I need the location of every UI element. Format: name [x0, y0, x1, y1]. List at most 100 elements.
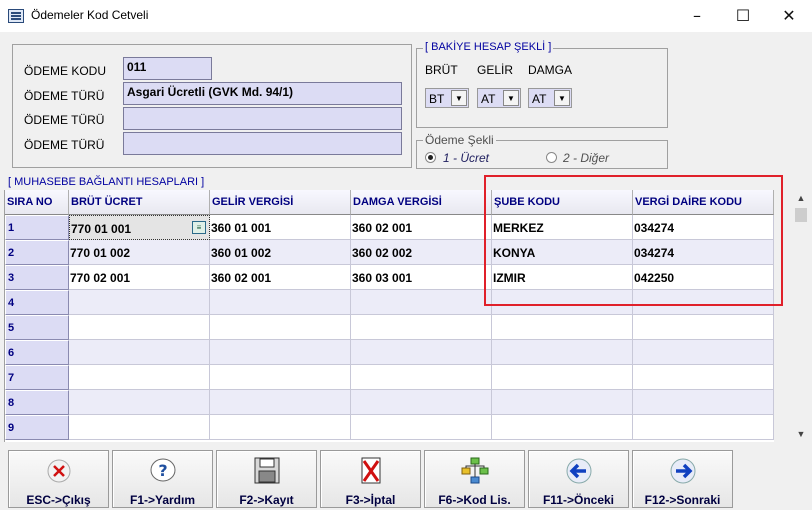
grid-cell-sube[interactable] [492, 340, 633, 365]
grid-cell-brut[interactable] [69, 290, 210, 315]
scroll-up-icon[interactable]: ▲ [792, 190, 810, 206]
close-button[interactable]: ✕ [766, 0, 812, 32]
odeme-turu-field-2[interactable] [123, 107, 402, 130]
row-number-cell[interactable]: 7 [5, 365, 69, 390]
brut-select[interactable]: BT ▼ [425, 88, 469, 108]
odeme-turu-label-3: ÖDEME TÜRÜ [24, 138, 105, 152]
grid-cell-damga[interactable] [351, 315, 492, 340]
grid-cell-vergi[interactable] [633, 365, 774, 390]
f12-next-button[interactable]: F12->Sonraki [632, 450, 733, 508]
col-header-gelir[interactable]: GELİR VERGİSİ [210, 190, 351, 215]
gelir-label: GELİR [477, 63, 514, 77]
grid-cell-brut[interactable] [69, 315, 210, 340]
row-number-cell[interactable]: 1 [5, 215, 69, 240]
grid-cell-brut[interactable] [69, 365, 210, 390]
grid-scrollbar[interactable]: ▲ ▼ [792, 190, 810, 442]
grid-cell-gelir[interactable]: 360 01 002 [210, 240, 351, 265]
row-number-cell[interactable]: 5 [5, 315, 69, 340]
f1-help-button[interactable]: ? F1->Yardım [112, 450, 213, 508]
scroll-thumb[interactable] [795, 208, 807, 222]
chevron-down-icon[interactable]: ▼ [503, 90, 519, 106]
f3-cancel-button[interactable]: F3->İptal [320, 450, 421, 508]
odeme-turu-field-3[interactable] [123, 132, 402, 155]
grid-cell-vergi[interactable] [633, 315, 774, 340]
grid-cell-brut[interactable]: 770 01 001 ≡ [69, 215, 210, 240]
grid-cell-brut[interactable] [69, 390, 210, 415]
odeme-kodu-label: ÖDEME KODU [24, 64, 107, 78]
odeme-turu-label-1: ÖDEME TÜRÜ [24, 89, 105, 103]
grid-cell-damga[interactable]: 360 02 001 [351, 215, 492, 240]
arrow-right-icon [670, 458, 696, 484]
row-number-cell[interactable]: 3 [5, 265, 69, 290]
chevron-down-icon[interactable]: ▼ [451, 90, 467, 106]
esc-exit-label: ESC->Çıkış [26, 493, 91, 507]
window-title: Ödemeler Kod Cetveli [31, 8, 149, 22]
grid-cell-gelir[interactable] [210, 315, 351, 340]
floppy-disk-icon [254, 457, 280, 484]
chevron-down-icon[interactable]: ▼ [554, 90, 570, 106]
row-number-cell[interactable]: 4 [5, 290, 69, 315]
col-header-damga[interactable]: DAMGA VERGİSİ [351, 190, 492, 215]
grid-cell-brut[interactable]: 770 01 002 [69, 240, 210, 265]
f6-code-list-button[interactable]: F6->Kod Lis. [424, 450, 525, 508]
grid-cell-gelir[interactable] [210, 365, 351, 390]
grid-cell-damga[interactable]: 360 02 002 [351, 240, 492, 265]
f3-cancel-label: F3->İptal [345, 493, 396, 507]
grid-cell-gelir[interactable] [210, 290, 351, 315]
grid-cell-brut[interactable]: 770 02 001 [69, 265, 210, 290]
grid-cell-gelir[interactable] [210, 390, 351, 415]
grid-cell-gelir[interactable]: 360 02 001 [210, 265, 351, 290]
grid-cell-brut[interactable] [69, 340, 210, 365]
odeme-turu-field-1[interactable]: Asgari Ücretli (GVK Md. 94/1) [123, 82, 402, 105]
row-number-cell[interactable]: 9 [5, 415, 69, 440]
f12-next-label: F12->Sonraki [644, 493, 721, 507]
col-header-sira[interactable]: SIRA NO [5, 190, 69, 215]
delete-document-icon [361, 457, 381, 484]
grid-cell-damga[interactable] [351, 390, 492, 415]
odeme-sekli-radio-1[interactable] [425, 152, 436, 163]
grid-cell-vergi[interactable] [633, 415, 774, 440]
grid-cell-damga[interactable] [351, 340, 492, 365]
grid-cell-sube[interactable] [492, 365, 633, 390]
scroll-down-icon[interactable]: ▼ [792, 426, 810, 442]
grid-cell-damga[interactable]: 360 03 001 [351, 265, 492, 290]
grid-cell-vergi[interactable] [633, 390, 774, 415]
f2-save-label: F2->Kayıt [239, 493, 294, 507]
grid-cell-damga[interactable] [351, 290, 492, 315]
minimize-button[interactable]: – [674, 0, 720, 32]
grid-cell-gelir[interactable]: 360 01 001 [210, 215, 351, 240]
grid-cell-text: 770 01 001 [71, 222, 132, 236]
grid-cell-vergi[interactable] [633, 340, 774, 365]
odeme-kodu-field[interactable]: 011 [123, 57, 212, 80]
f11-previous-button[interactable]: F11->Önceki [528, 450, 629, 508]
title-bar: Ödemeler Kod Cetveli – ☐ ✕ [0, 0, 812, 32]
gelir-select-value: AT [481, 92, 496, 106]
grid-cell-sube[interactable] [492, 415, 633, 440]
row-number-cell[interactable]: 6 [5, 340, 69, 365]
gelir-select[interactable]: AT ▼ [477, 88, 521, 108]
grid-cell-damga[interactable] [351, 415, 492, 440]
grid-cell-damga[interactable] [351, 365, 492, 390]
odeme-sekli-option-2: 2 - Diğer [563, 151, 610, 165]
grid-cell-sube[interactable] [492, 390, 633, 415]
cell-edit-icon[interactable]: ≡ [192, 221, 206, 234]
damga-select[interactable]: AT ▼ [528, 88, 572, 108]
grid-cell-gelir[interactable] [210, 340, 351, 365]
grid-cell-brut[interactable] [69, 415, 210, 440]
grid-cell-sube[interactable] [492, 315, 633, 340]
f2-save-button[interactable]: F2->Kayıt [216, 450, 317, 508]
grid-cell-gelir[interactable] [210, 415, 351, 440]
col-header-brut[interactable]: BRÜT ÜCRET [69, 190, 210, 215]
f11-previous-label: F11->Önceki [542, 493, 615, 507]
row-number-cell[interactable]: 8 [5, 390, 69, 415]
maximize-button[interactable]: ☐ [720, 0, 766, 32]
button-bar: ESC->Çıkış ? F1->Yardım F2->Kayıt F3->İp… [0, 444, 812, 510]
f6-code-list-label: F6->Kod Lis. [438, 493, 511, 507]
row-number-cell[interactable]: 2 [5, 240, 69, 265]
arrow-left-icon [566, 458, 592, 484]
esc-exit-button[interactable]: ESC->Çıkış [8, 450, 109, 508]
odeme-sekli-radio-2[interactable] [546, 152, 557, 163]
grid-title: [ MUHASEBE BAĞLANTI HESAPLARI ] [6, 176, 207, 188]
help-icon: ? [150, 458, 176, 482]
f1-help-label: F1->Yardım [129, 493, 196, 507]
